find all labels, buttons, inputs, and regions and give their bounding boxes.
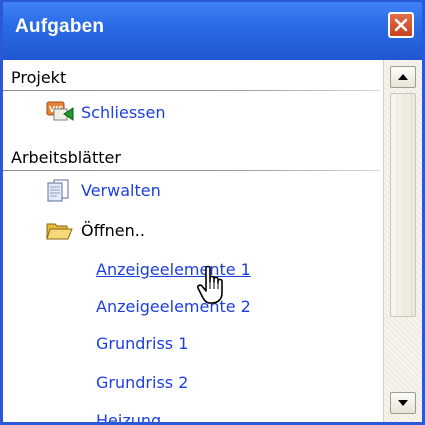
section-header-projekt: Projekt [3,68,380,91]
task-item-grundriss-2[interactable]: Grundriss 2 [96,373,188,392]
worksheets-icon [45,178,75,202]
close-icon [394,18,408,32]
section-header-label: Projekt [11,68,67,87]
task-item-heizung[interactable]: Heizung [96,411,161,422]
task-item-label: Grundriss 2 [96,373,189,392]
task-item-oeffnen[interactable]: Öffnen.. [45,218,145,242]
open-folder-icon [45,218,75,242]
scroll-down-button[interactable] [390,392,416,414]
task-item-schliessen[interactable]: VIS Schliessen [45,100,165,124]
section-divider [3,90,380,91]
task-item-label: Heizung [96,411,162,422]
task-item-label: Öffnen.. [81,220,145,240]
arrow-up-icon [398,74,408,80]
section-divider [3,170,380,171]
section-header-arbeitsblaetter: Arbeitsblätter [3,148,380,171]
task-item-label: Verwalten [81,180,161,200]
task-item-label: Schliessen [81,102,166,122]
scroll-up-button[interactable] [390,66,416,88]
close-button[interactable] [388,12,414,38]
scroll-thumb[interactable] [390,93,416,317]
close-project-icon: VIS [45,100,75,124]
task-item-verwalten[interactable]: Verwalten [45,178,161,202]
title-bar: Aufgaben [3,2,422,60]
task-list: Projekt VIS Schliessen Arbeitsblätter [3,60,384,422]
task-item-label: Grundriss 1 [96,334,189,353]
hand-pointer-icon [197,265,231,307]
tasks-panel: Aufgaben Projekt VIS Schliessen [0,0,425,425]
task-item-grundriss-1[interactable]: Grundriss 1 [96,334,188,353]
scroll-thumb-texture [391,94,415,316]
section-header-label: Arbeitsblätter [11,148,121,167]
arrow-down-icon [398,400,408,406]
vertical-scrollbar[interactable] [383,60,422,422]
panel-title: Aufgaben [15,16,105,37]
